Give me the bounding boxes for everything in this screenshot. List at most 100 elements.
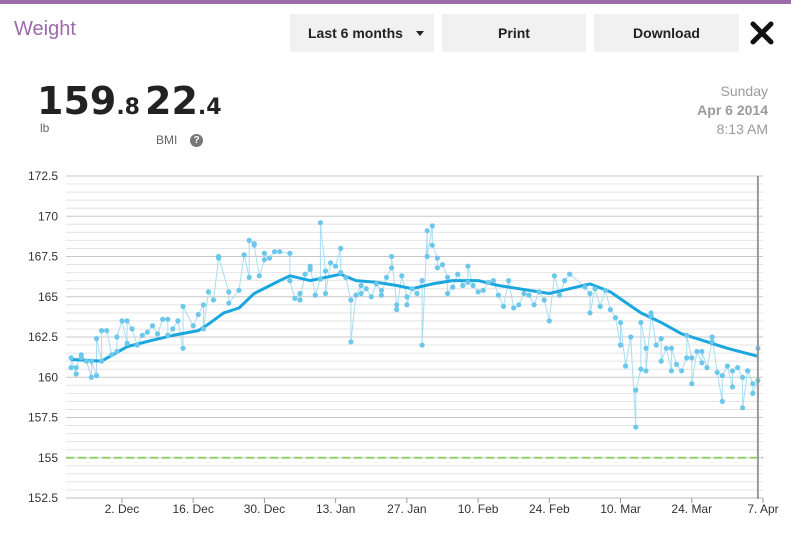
y-tick-label: 157.5 — [28, 411, 58, 425]
data-point — [93, 336, 100, 342]
x-tick-label: 24. Mar — [671, 502, 712, 516]
data-point — [551, 273, 558, 279]
bmi-label: BMI — [156, 133, 178, 147]
data-point — [200, 302, 206, 308]
data-point — [536, 289, 542, 295]
data-point — [266, 255, 273, 261]
data-point — [287, 250, 293, 256]
data-point — [424, 228, 430, 234]
data-point — [155, 331, 161, 337]
data-point — [597, 303, 603, 309]
data-point — [719, 373, 725, 379]
data-point — [424, 253, 430, 260]
data-point — [394, 307, 400, 313]
data-point — [404, 294, 410, 300]
print-button[interactable]: Print — [442, 14, 586, 52]
top-accent-bar — [0, 0, 791, 4]
range-dropdown[interactable]: Last 6 months — [290, 14, 434, 52]
data-point — [363, 286, 369, 292]
data-point — [297, 297, 303, 303]
data-point — [78, 355, 84, 361]
data-point — [658, 358, 664, 364]
trend-line — [71, 272, 759, 363]
data-point — [638, 366, 644, 372]
x-tick-label: 2. Dec — [105, 502, 140, 516]
bmi-value: 22.4 — [145, 82, 222, 120]
help-icon[interactable]: ? — [190, 134, 203, 147]
data-point — [297, 290, 303, 297]
bmi-integer: 22 — [145, 79, 198, 123]
data-point — [439, 262, 446, 268]
x-tick-label: 24. Feb — [529, 502, 570, 516]
data-point — [429, 242, 435, 248]
data-point — [73, 371, 79, 377]
data-point — [241, 252, 247, 258]
data-point — [740, 374, 746, 380]
data-point — [83, 358, 89, 364]
data-point — [99, 328, 105, 334]
data-point — [709, 339, 715, 345]
data-point — [261, 257, 267, 263]
weight-chart[interactable]: 152.5 155 157.5 160 162.5 165 167.5 170 172.5 2. … — [0, 160, 791, 540]
data-point — [348, 339, 354, 345]
x-tick-label: 16. Dec — [173, 502, 214, 516]
data-point — [450, 284, 456, 290]
data-point — [88, 374, 94, 380]
data-point — [226, 300, 232, 306]
data-point — [668, 368, 675, 374]
data-point — [455, 271, 461, 277]
data-point — [689, 355, 695, 361]
data-point — [434, 265, 440, 271]
data-point — [617, 319, 624, 326]
data-point — [526, 292, 532, 298]
data-point — [689, 381, 695, 387]
selected-date: Sunday Apr 6 2014 8:13 AM — [697, 82, 768, 139]
data-point — [190, 323, 196, 329]
data-point — [445, 290, 451, 297]
data-point — [556, 292, 563, 298]
data-point — [134, 342, 140, 348]
download-button[interactable]: Download — [594, 14, 739, 52]
data-point — [378, 287, 384, 293]
data-point — [226, 289, 232, 295]
data-point — [180, 345, 186, 351]
data-point — [180, 303, 186, 309]
data-point — [719, 398, 725, 404]
data-point — [562, 278, 568, 284]
data-point — [607, 307, 614, 313]
data-point — [317, 276, 323, 282]
data-point — [216, 253, 222, 260]
data-point — [277, 249, 283, 255]
data-point — [638, 319, 644, 326]
data-point — [368, 294, 374, 300]
data-point — [343, 274, 349, 280]
data-point — [684, 355, 690, 361]
measurement-line — [70, 222, 759, 428]
y-tick-label: 170 — [38, 209, 58, 223]
data-point — [246, 274, 252, 280]
data-point — [358, 282, 364, 289]
data-point — [399, 273, 405, 279]
data-point — [200, 326, 206, 332]
data-point — [740, 405, 746, 411]
data-point — [643, 368, 649, 374]
data-point — [129, 326, 135, 332]
data-point — [679, 368, 685, 374]
data-point — [633, 387, 639, 393]
weight-unit: lb — [40, 121, 50, 135]
data-point — [434, 255, 440, 261]
x-tick-label: 30. Dec — [244, 502, 285, 516]
data-point — [587, 310, 593, 316]
data-point — [170, 326, 176, 332]
data-point — [658, 336, 664, 342]
data-point — [302, 271, 308, 277]
data-point — [541, 297, 547, 303]
selected-time: 8:13 AM — [716, 121, 768, 137]
close-icon[interactable] — [749, 20, 775, 46]
data-point — [633, 424, 639, 430]
data-point — [68, 355, 74, 361]
data-point — [516, 302, 522, 308]
x-tick-label: 10. Feb — [458, 502, 499, 516]
data-point — [312, 292, 318, 298]
data-point — [729, 368, 736, 374]
